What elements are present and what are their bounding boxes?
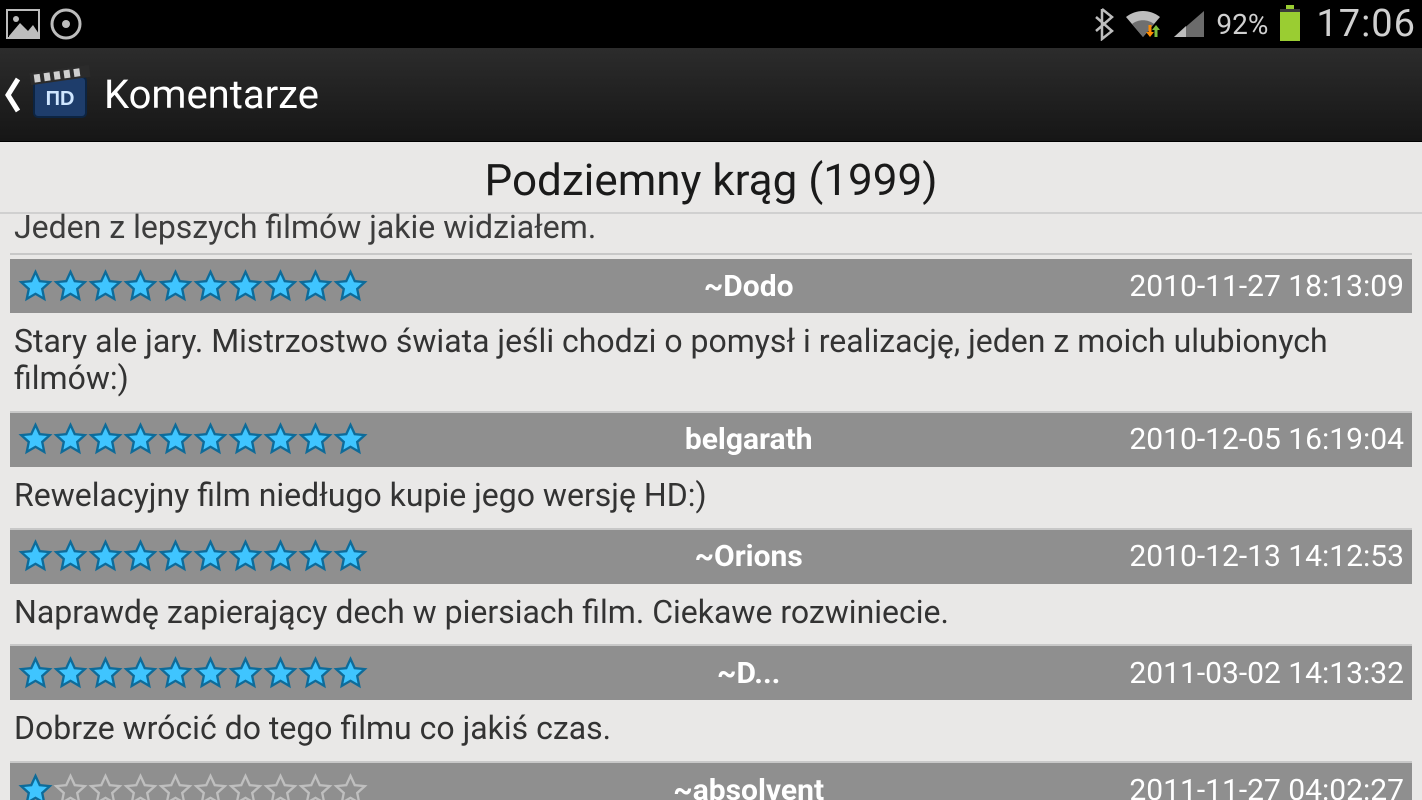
star-icon [333, 773, 368, 800]
disc-icon [50, 8, 82, 40]
star-icon [333, 269, 368, 304]
star-icon [123, 269, 158, 304]
star-icon [158, 539, 193, 574]
comment-header[interactable]: ~Dodo2010-11-27 18:13:09 [10, 259, 1412, 313]
star-icon [333, 656, 368, 691]
star-icon [53, 269, 88, 304]
star-icon [18, 773, 53, 800]
page-title: Komentarze [104, 71, 319, 118]
rating-stars [18, 656, 368, 691]
star-icon [298, 773, 333, 800]
star-icon [298, 656, 333, 691]
comment-date: 2010-11-27 18:13:09 [1129, 269, 1404, 304]
star-icon [18, 539, 53, 574]
comment-text: Jeden z lepszych filmów jakie widziałem. [10, 210, 1412, 255]
comment-date: 2010-12-13 14:12:53 [1129, 539, 1404, 574]
star-icon [53, 422, 88, 457]
star-icon [158, 656, 193, 691]
star-icon [18, 656, 53, 691]
star-icon [263, 773, 298, 800]
star-icon [263, 422, 298, 457]
comment-text: Naprawdę zapierający dech w piersiach fi… [10, 584, 1412, 647]
star-icon [158, 269, 193, 304]
star-icon [193, 773, 228, 800]
comment-header[interactable]: ~absolvent2011-11-27 04:02:27 [10, 763, 1412, 800]
comment-date: 2010-12-05 16:19:04 [1129, 422, 1404, 457]
app-icon: ПD [28, 63, 92, 127]
content[interactable]: Podziemny krąg (1999) Jeden z lepszych f… [0, 142, 1422, 800]
star-icon [158, 773, 193, 800]
star-icon [123, 656, 158, 691]
star-icon [53, 773, 88, 800]
picture-icon [6, 9, 40, 39]
comment-header[interactable]: ~Orions2010-12-13 14:12:53 [10, 530, 1412, 584]
comment-author: ~Orions [368, 539, 1129, 574]
star-icon [193, 269, 228, 304]
rating-stars [18, 422, 368, 457]
star-icon [88, 539, 123, 574]
comment-header[interactable]: belgarath2010-12-05 16:19:04 [10, 413, 1412, 467]
star-icon [228, 656, 263, 691]
star-icon [88, 269, 123, 304]
comment-header[interactable]: ~D...2011-03-02 14:13:32 [10, 646, 1412, 700]
bluetooth-icon [1092, 7, 1114, 41]
rating-stars [18, 539, 368, 574]
comment-text: Stary ale jary. Mistrzostwo świata jeśli… [10, 313, 1412, 413]
star-icon [263, 269, 298, 304]
star-icon [53, 539, 88, 574]
star-icon [263, 656, 298, 691]
comment-text: Dobrze wrócić do tego filmu co jakiś cza… [10, 700, 1412, 763]
wifi-icon [1124, 9, 1162, 39]
star-icon [193, 422, 228, 457]
star-icon [228, 269, 263, 304]
star-icon [53, 656, 88, 691]
comment-author: belgarath [368, 422, 1129, 457]
comment-date: 2011-11-27 04:02:27 [1129, 773, 1404, 800]
star-icon [333, 422, 368, 457]
comment-author: ~absolvent [368, 773, 1129, 800]
comment-date: 2011-03-02 14:13:32 [1129, 656, 1404, 691]
star-icon [18, 269, 53, 304]
star-icon [193, 539, 228, 574]
star-icon [18, 422, 53, 457]
battery-percent: 92% [1216, 8, 1268, 41]
comment-author: ~D... [368, 656, 1129, 691]
status-bar: 92% 17:06 [0, 0, 1422, 48]
star-icon [228, 422, 263, 457]
star-icon [298, 269, 333, 304]
svg-text:ПD: ПD [46, 88, 75, 110]
signal-icon [1172, 9, 1206, 39]
star-icon [88, 656, 123, 691]
comment-text: Rewelacyjny film niedługo kupie jego wer… [10, 467, 1412, 530]
star-icon [333, 539, 368, 574]
rating-stars [18, 269, 368, 304]
star-icon [88, 773, 123, 800]
battery-icon [1278, 5, 1302, 43]
star-icon [298, 422, 333, 457]
comment-author: ~Dodo [368, 269, 1129, 304]
star-icon [123, 773, 158, 800]
star-icon [193, 656, 228, 691]
star-icon [228, 539, 263, 574]
chevron-left-icon [4, 75, 22, 115]
star-icon [123, 422, 158, 457]
star-icon [123, 539, 158, 574]
star-icon [228, 773, 263, 800]
movie-title: Podziemny krąg (1999) [0, 142, 1422, 214]
star-icon [263, 539, 298, 574]
back-button[interactable]: ПD [4, 63, 92, 127]
clock: 17:06 [1316, 2, 1416, 46]
comments-list: Jeden z lepszych filmów jakie widziałem.… [0, 214, 1422, 800]
star-icon [158, 422, 193, 457]
action-bar: ПD Komentarze [0, 48, 1422, 142]
rating-stars [18, 773, 368, 800]
star-icon [88, 422, 123, 457]
star-icon [298, 539, 333, 574]
